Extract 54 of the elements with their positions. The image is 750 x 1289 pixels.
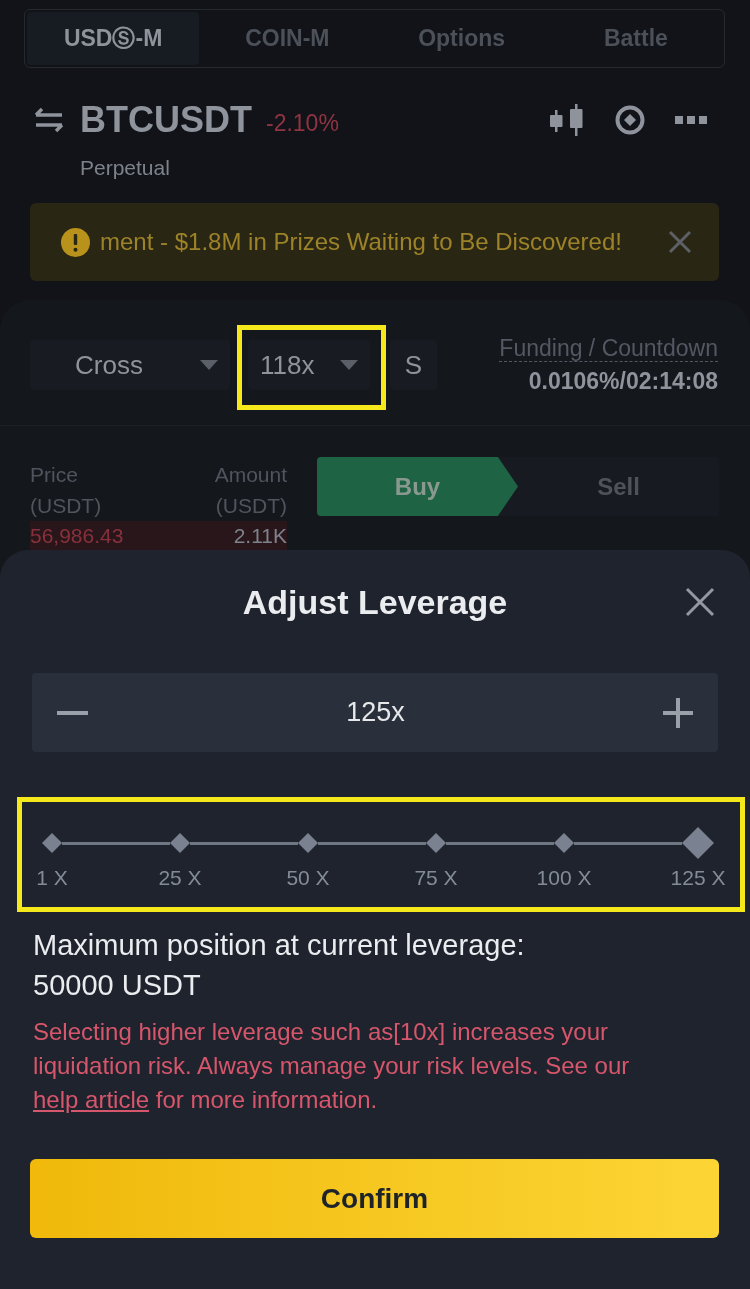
confirm-button[interactable]: Confirm	[30, 1159, 719, 1238]
column-header: Amount (USDT)	[214, 462, 287, 519]
tick-label: 125 X	[670, 866, 726, 890]
caret-icon	[340, 360, 358, 370]
slider-tick-icon[interactable]	[554, 833, 574, 853]
caret-icon	[200, 360, 218, 370]
order-side-tab[interactable]: Buy	[317, 457, 518, 516]
ring-icon[interactable]	[615, 105, 645, 135]
market-symbol: BTCUSDT	[80, 99, 252, 141]
tick-label: 50 X	[286, 866, 330, 890]
close-icon[interactable]	[668, 230, 692, 254]
amount-cell: 2.11K	[233, 523, 287, 548]
max-position-value: 50000 USDT	[32, 968, 202, 1003]
slider-track-segment[interactable]	[190, 841, 298, 845]
funding-label[interactable]: Funding / Countdown	[499, 335, 718, 362]
swap-icon[interactable]	[33, 107, 65, 133]
column-header: Price (USDT)	[30, 462, 102, 519]
tick-label: 1 X	[36, 866, 68, 890]
price-cell: 56,986.43	[30, 523, 124, 548]
more-icon[interactable]	[675, 116, 707, 124]
leverage-dropdown[interactable]: 118x	[248, 340, 370, 390]
order-side-tab[interactable]: Sell	[518, 457, 719, 516]
candlestick-icon[interactable]	[547, 104, 585, 136]
dialog-title: Adjust Leverage	[242, 582, 508, 622]
slider-tick-icon[interactable]	[42, 833, 62, 853]
margin-mode-dropdown[interactable]: Cross	[30, 340, 230, 390]
tab[interactable]: Options	[375, 12, 548, 65]
slider-track-segment[interactable]	[62, 841, 170, 845]
slider-tick-icon[interactable]	[298, 833, 318, 853]
tick-label: 75 X	[414, 866, 458, 890]
slider-thumb[interactable]	[682, 827, 714, 859]
close-icon[interactable]	[685, 587, 715, 617]
help-link[interactable]: help article	[33, 1086, 150, 1113]
plus-icon[interactable]	[663, 697, 693, 728]
max-position-label: Maximum position at current leverage:	[32, 928, 526, 963]
tab[interactable]: COIN-M	[201, 12, 374, 65]
leverage-input[interactable]: 125x	[32, 673, 718, 752]
size-button[interactable]: S	[390, 340, 437, 390]
tick-label: 100 X	[536, 866, 592, 890]
alert-icon	[61, 227, 90, 257]
contract-type: Perpetual	[79, 155, 171, 181]
tab[interactable]: Battle	[549, 12, 722, 65]
tab[interactable]: USDⓈ-M	[27, 12, 200, 65]
risk-warning: Selecting higher leverage such as[10x] increases your liquidation risk. Always manage your risk levels. See our help article for more information.	[33, 1017, 631, 1115]
slider-track-segment[interactable]	[446, 841, 554, 845]
price-change: -2.10%	[266, 109, 339, 137]
slider-track-segment[interactable]	[574, 841, 682, 845]
slider-track-segment[interactable]	[318, 841, 426, 845]
banner-text: ment - $1.8M in Prizes Waiting to Be Discovered!	[100, 228, 622, 256]
slider-tick-icon[interactable]	[426, 833, 446, 853]
tick-label: 25 X	[158, 866, 202, 890]
funding-value: 0.0106%/02:14:08	[528, 368, 718, 395]
minus-icon[interactable]	[57, 710, 88, 715]
slider-tick-icon[interactable]	[170, 833, 190, 853]
